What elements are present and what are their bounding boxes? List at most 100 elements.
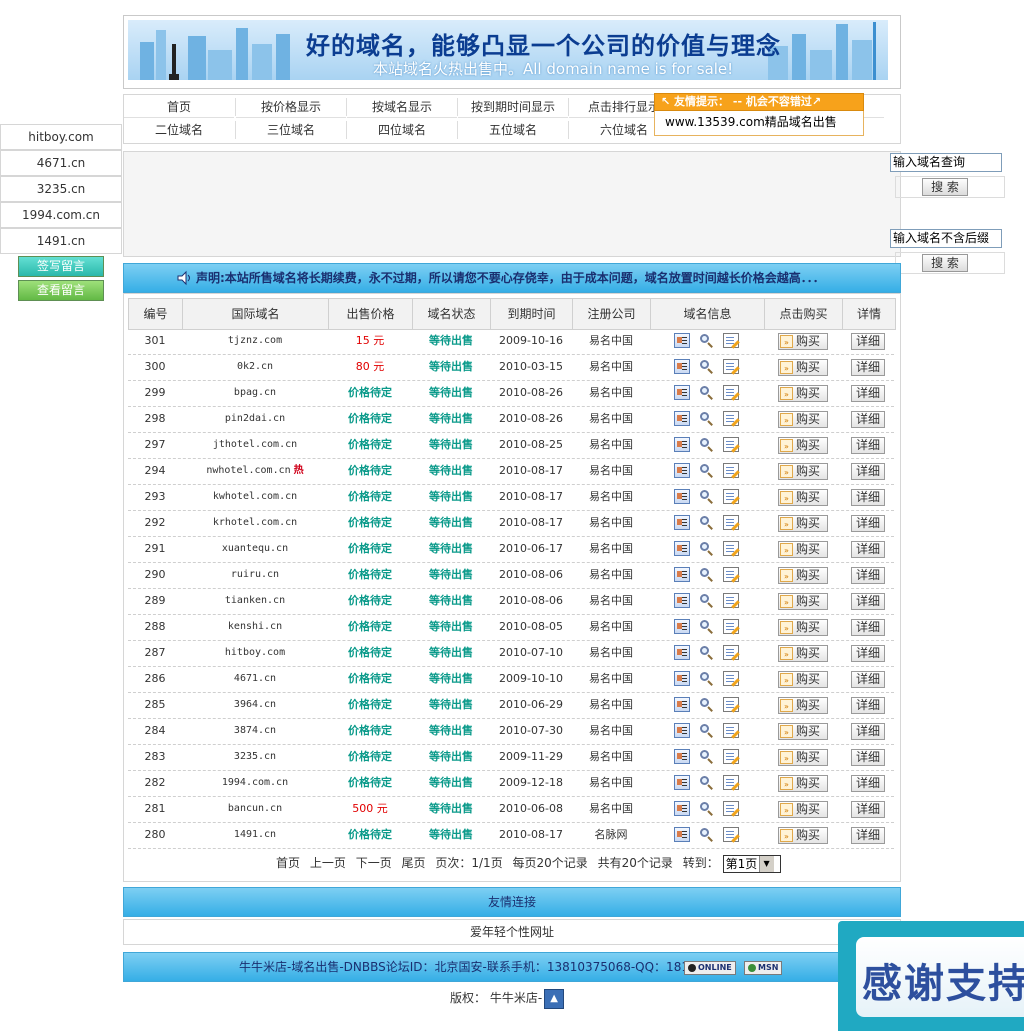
buy-button[interactable]: » 购买 — [778, 567, 828, 584]
buy-button[interactable]: » 购买 — [778, 593, 828, 610]
page-select[interactable]: 第1页 ▼ — [722, 854, 781, 873]
edit-note-icon[interactable] — [723, 749, 739, 764]
row-domain-text[interactable]: bancun.cn — [228, 803, 282, 814]
whois-card-icon[interactable] — [674, 541, 690, 556]
whois-card-icon[interactable] — [674, 775, 690, 790]
nav-by-expiry[interactable]: 按到期时间显示 — [458, 97, 568, 118]
pager-first[interactable]: 首页 — [276, 856, 300, 870]
detail-button[interactable]: 详细 — [851, 775, 885, 792]
buy-button[interactable]: » 购买 — [778, 437, 828, 454]
domain-search-input[interactable]: 输入域名查询 — [890, 153, 1002, 172]
buy-button[interactable]: » 购买 — [778, 749, 828, 766]
detail-button[interactable]: 详细 — [851, 489, 885, 506]
row-domain[interactable]: bancun.cn — [182, 796, 328, 822]
magnifier-icon[interactable] — [699, 645, 715, 660]
buy-button[interactable]: » 购买 — [778, 515, 828, 532]
friend-link[interactable]: 爱年轻个性网址 — [123, 919, 901, 945]
row-domain-text[interactable]: jthotel.com.cn — [213, 439, 297, 450]
whois-card-icon[interactable] — [674, 671, 690, 686]
whois-card-icon[interactable] — [674, 749, 690, 764]
detail-button[interactable]: 详细 — [851, 515, 885, 532]
whois-card-icon[interactable] — [674, 489, 690, 504]
whois-card-icon[interactable] — [674, 359, 690, 374]
whois-card-icon[interactable] — [674, 411, 690, 426]
detail-button[interactable]: 详细 — [851, 541, 885, 558]
buy-button[interactable]: » 购买 — [778, 541, 828, 558]
row-domain[interactable]: krhotel.com.cn — [182, 510, 328, 536]
buy-button[interactable]: » 购买 — [778, 385, 828, 402]
buy-button[interactable]: » 购买 — [778, 671, 828, 688]
row-domain[interactable]: 1994.com.cn — [182, 770, 328, 796]
row-domain[interactable]: kenshi.cn — [182, 614, 328, 640]
row-domain[interactable]: bpag.cn — [182, 380, 328, 406]
edit-note-icon[interactable] — [723, 645, 739, 660]
magnifier-icon[interactable] — [699, 749, 715, 764]
magnifier-icon[interactable] — [699, 697, 715, 712]
left-link-1491[interactable]: 1491.cn — [0, 228, 122, 254]
pager-last[interactable]: 尾页 — [402, 856, 426, 870]
row-domain[interactable]: 4671.cn — [182, 666, 328, 692]
row-domain-text[interactable]: 4671.cn — [234, 673, 276, 684]
edit-note-icon[interactable] — [723, 463, 739, 478]
row-domain-text[interactable]: 3235.cn — [234, 751, 276, 762]
detail-button[interactable]: 详细 — [851, 827, 885, 844]
buy-button[interactable]: » 购买 — [778, 697, 828, 714]
whois-card-icon[interactable] — [674, 333, 690, 348]
tip-link[interactable]: www.13539.com精品域名出售 — [654, 111, 864, 136]
row-domain[interactable]: pin2dai.cn — [182, 406, 328, 432]
nav-by-domain[interactable]: 按域名显示 — [347, 97, 457, 118]
buy-button[interactable]: » 购买 — [778, 801, 828, 818]
buy-button[interactable]: » 购买 — [778, 775, 828, 792]
pager-prev[interactable]: 上一页 — [310, 856, 346, 870]
magnifier-icon[interactable] — [699, 827, 715, 842]
detail-button[interactable]: 详细 — [851, 723, 885, 740]
magnifier-icon[interactable] — [699, 385, 715, 400]
domain-nosuffix-input[interactable]: 输入域名不含后缀 — [890, 229, 1002, 248]
whois-card-icon[interactable] — [674, 385, 690, 400]
edit-note-icon[interactable] — [723, 671, 739, 686]
msn-badge[interactable]: MSN — [744, 961, 783, 975]
magnifier-icon[interactable] — [699, 411, 715, 426]
row-domain[interactable]: ruiru.cn — [182, 562, 328, 588]
magnifier-icon[interactable] — [699, 333, 715, 348]
row-domain-text[interactable]: hitboy.com — [225, 647, 285, 658]
row-domain[interactable]: 1491.cn — [182, 822, 328, 848]
magnifier-icon[interactable] — [699, 671, 715, 686]
detail-button[interactable]: 详细 — [851, 333, 885, 350]
search-button-2[interactable]: 搜 索 — [922, 254, 968, 272]
detail-button[interactable]: 详细 — [851, 567, 885, 584]
edit-note-icon[interactable] — [723, 541, 739, 556]
magnifier-icon[interactable] — [699, 515, 715, 530]
row-domain[interactable]: kwhotel.com.cn — [182, 484, 328, 510]
whois-card-icon[interactable] — [674, 515, 690, 530]
detail-button[interactable]: 详细 — [851, 645, 885, 662]
detail-button[interactable]: 详细 — [851, 411, 885, 428]
edit-note-icon[interactable] — [723, 411, 739, 426]
magnifier-icon[interactable] — [699, 775, 715, 790]
detail-button[interactable]: 详细 — [851, 359, 885, 376]
row-domain-text[interactable]: tjznz.com — [228, 335, 282, 346]
edit-note-icon[interactable] — [723, 697, 739, 712]
magnifier-icon[interactable] — [699, 567, 715, 582]
detail-button[interactable]: 详细 — [851, 437, 885, 454]
row-domain[interactable]: xuantequ.cn — [182, 536, 328, 562]
edit-note-icon[interactable] — [723, 385, 739, 400]
edit-note-icon[interactable] — [723, 723, 739, 738]
site-stats-icon[interactable]: ▲ — [544, 988, 565, 1009]
buy-button[interactable]: » 购买 — [778, 463, 828, 480]
magnifier-icon[interactable] — [699, 541, 715, 556]
detail-button[interactable]: 详细 — [851, 697, 885, 714]
whois-card-icon[interactable] — [674, 723, 690, 738]
row-domain[interactable]: 0k2.cn — [182, 354, 328, 380]
row-domain[interactable]: tjznz.com — [182, 328, 328, 354]
magnifier-icon[interactable] — [699, 489, 715, 504]
detail-button[interactable]: 详细 — [851, 671, 885, 688]
qq-online-badge[interactable]: ONLINE — [684, 961, 736, 975]
whois-card-icon[interactable] — [674, 593, 690, 608]
whois-card-icon[interactable] — [674, 619, 690, 634]
nav-two-char[interactable]: 二位域名 — [124, 120, 234, 140]
edit-note-icon[interactable] — [723, 775, 739, 790]
buy-button[interactable]: » 购买 — [778, 723, 828, 740]
edit-note-icon[interactable] — [723, 593, 739, 608]
buy-button[interactable]: » 购买 — [778, 359, 828, 376]
